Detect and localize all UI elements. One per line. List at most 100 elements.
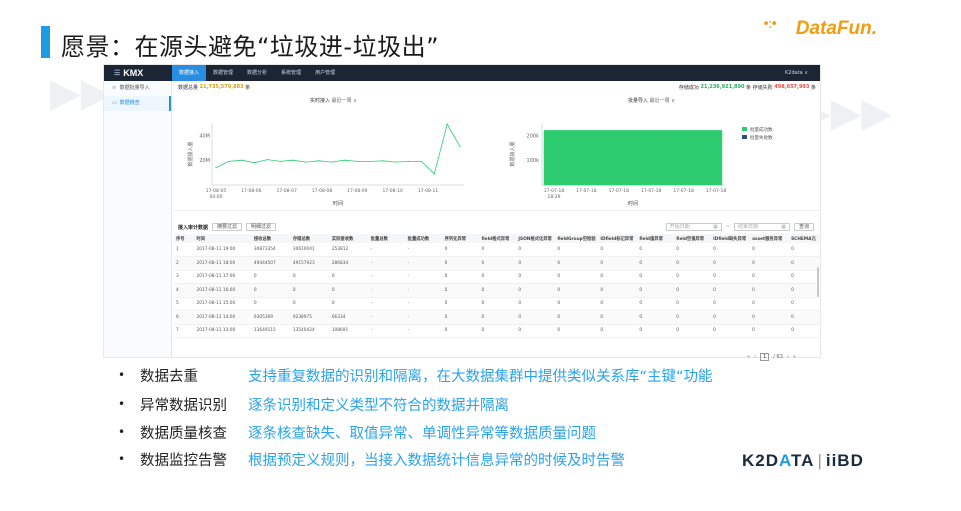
start-date-input[interactable]: 开始日期 ▦ (665, 223, 722, 231)
charts-area: 实时接入 最近一周 ∨ 批量导入 最近一周 ∨ 20M 40M 数据接入量 17-08… (174, 93, 820, 211)
summary-filter-button[interactable]: 摘要过滤 (212, 223, 243, 231)
x-tick-label: 17-07-18 (673, 188, 694, 194)
table-cell: 5 (174, 297, 195, 311)
x-tick-label: 17-07-18 (706, 188, 727, 194)
bullet-dot-icon: • (118, 397, 126, 411)
y-tick-label: 200k (527, 133, 540, 139)
table-cell: 0 (637, 243, 675, 257)
search-button[interactable]: 查询 (793, 223, 814, 231)
table-cell: 0 (750, 324, 790, 338)
detail-filter-button[interactable]: 明细过滤 (246, 223, 277, 231)
app-logo[interactable]: ☰ KMX (104, 68, 172, 78)
column-header: 存储总数 (290, 234, 330, 243)
table-toolbar: 接入审计数据 摘要过滤 明细过滤 开始日期 ▦ ~ 结束日期 ▦ 查询 (174, 221, 820, 233)
table-cell: 7 (174, 324, 195, 338)
table-cell: - (405, 256, 443, 271)
bullet-item: • 数据监控告警 根据预定义规则，当接入数据统计信息异常的时候及时告警 (118, 448, 625, 470)
x-tick-label: 17-08-09 (347, 188, 368, 194)
table-cell: 0 (479, 256, 517, 271)
user-menu[interactable]: K2data ∨ (785, 70, 820, 76)
bullet-dot-icon: • (118, 368, 126, 382)
x-tick-label: 17-07-18 (609, 188, 630, 194)
table-cell: 0 (711, 283, 751, 298)
nav-item-data-analysis[interactable]: 数据分析 (240, 65, 274, 81)
column-header: field空值异常 (674, 234, 712, 243)
x-tick-label: 17-07-18 (641, 188, 662, 194)
bullet-desc: 逐条核查缺失、取值异常、单调性异常等数据质量问题 (248, 425, 596, 442)
nav-item-user-management[interactable]: 用户管理 (308, 65, 342, 81)
x-tick-label: 17-07-18 (544, 188, 565, 194)
table-row[interactable]: 3 2017-08-11 17:00 0 0 0- -0 0 0 0 0 0 0 0 0 0 (174, 270, 820, 284)
table-cell: 2 (174, 256, 195, 271)
nav-item-system-management[interactable]: 系统管理 (274, 65, 308, 81)
next-page-button[interactable]: › (787, 354, 789, 360)
table-cell: 0 (711, 310, 751, 325)
table-cell: 13540424 (290, 324, 330, 338)
table-cell: 0 (637, 270, 675, 284)
table-cell: 0 (750, 256, 790, 271)
bullet-key: 异常数据识别 (140, 397, 227, 414)
first-page-button[interactable]: « (747, 354, 750, 360)
column-header: 实际接收数 (329, 234, 369, 243)
calendar-icon: ▦ (713, 224, 718, 230)
current-page-input[interactable]: 1 (760, 353, 770, 361)
total-value: 21,735,579,883 (199, 84, 244, 90)
table-cell: - (405, 270, 443, 284)
table-cell: 0 (674, 310, 712, 325)
data-point (420, 160, 423, 163)
stats-bar: 数据总量 21,735,579,883 条 存储成功 21,236,921,89… (174, 81, 820, 93)
nav-item-data-access[interactable]: 数据接入 (172, 65, 207, 81)
nav-item-data-management[interactable]: 数据管理 (206, 65, 240, 81)
sidebar-item-batch-import[interactable]: ≡ 数据批量导入 (104, 81, 171, 96)
app-screenshot: ☰ KMX 数据接入 数据管理 数据分析 系统管理 用户管理 K2data ∨ … (103, 64, 821, 358)
table-row[interactable]: 2 2017-08-11 18:00 49444507 49157923 286834-… (174, 256, 820, 271)
column-header: 接收总数 (251, 234, 291, 243)
table-scrollbar[interactable] (817, 267, 819, 297)
table-cell: 0 (637, 283, 675, 298)
table-cell: 0 (598, 297, 638, 311)
table-row[interactable]: 5 2017-08-11 15:00 0 0 0- -0 0 0 0 0 0 0 0 0 0 (174, 297, 820, 311)
sidebar-item-data-audit[interactable]: ▭ 数据稽查 (104, 96, 171, 111)
bullet-item: • 数据质量核查 逐条核查缺失、取值异常、单调性异常等数据质量问题 (118, 421, 596, 443)
slide-title: 愿景：在源头避免“垃圾进-垃圾出” (61, 33, 440, 61)
x-tick-label: 17-08-05 (206, 188, 227, 194)
table-cell: 0 (637, 297, 675, 311)
pagination: « ‹ 1 / 63 › » (747, 353, 796, 361)
table-row[interactable]: 4 2017-08-11 16:00 0 0 0- -0 0 0 0 0 0 0 0 0 0 (174, 283, 820, 298)
table-cell: 2017-08-11 19:00 (194, 243, 252, 257)
table-cell: 0 (442, 324, 480, 338)
y-tick-label: 20M (199, 158, 210, 164)
bullet-dot-icon: • (118, 452, 126, 466)
table-cell: 0 (789, 297, 820, 311)
table-cell: 0 (516, 324, 556, 338)
table-cell: 30610041 (290, 243, 330, 257)
table-cell: 0 (442, 283, 480, 298)
total-unit: 条 (245, 84, 251, 91)
table-cell: - (368, 256, 406, 271)
series-line (215, 123, 461, 175)
table-row[interactable]: 1 2017-08-11 19:00 30873354 30610041 253812-… (174, 243, 820, 257)
bullet-desc: 支持重复数据的识别和隔离，在大数据集群中提供类似关系库“主键“功能 (248, 368, 713, 385)
prev-page-button[interactable]: ‹ (754, 354, 756, 360)
y-tick-label: 100k (527, 158, 540, 164)
table-cell: 0 (516, 297, 556, 311)
table-cell: 0 (711, 324, 751, 338)
table-cell: 0 (442, 243, 480, 257)
table-cell: - (405, 297, 443, 311)
table-cell: 0 (516, 243, 556, 257)
column-header: 序列化异常 (442, 234, 480, 243)
table-cell: 0 (637, 310, 675, 325)
stored-value: 21,236,921,890 (700, 84, 745, 90)
x-tick-label: 17-08-06 (241, 188, 262, 194)
bullet-desc: 根据预定义规则，当接入数据统计信息异常的时候及时告警 (248, 452, 625, 469)
column-header: 批量成功数 (405, 234, 443, 243)
table-cell: - (405, 283, 443, 298)
last-page-button[interactable]: » (793, 354, 796, 360)
table-row[interactable]: 6 2017-08-11 14:00 9305309 9238975 66334- -0 0… (174, 310, 820, 325)
stored-unit: 条 (746, 84, 752, 91)
bullet-dot-icon: • (118, 425, 126, 439)
table-cell: 0 (329, 270, 369, 284)
end-date-input[interactable]: 结束日期 ▦ (733, 223, 790, 231)
table-row[interactable]: 7 2017-08-11 13:00 13649115 13540424 108691-… (174, 324, 820, 338)
data-point (292, 159, 294, 161)
